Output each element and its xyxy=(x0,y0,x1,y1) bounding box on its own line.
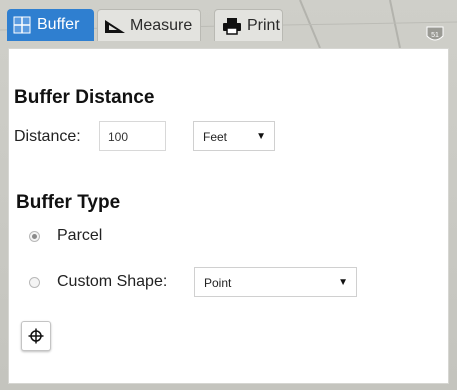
distance-input[interactable]: 100 xyxy=(99,121,166,151)
tab-print-label: Print xyxy=(247,16,280,34)
buffer-type-title: Buffer Type xyxy=(16,192,121,213)
radio-custom-shape[interactable] xyxy=(29,277,40,288)
units-select[interactable]: Feet ▼ xyxy=(193,121,275,151)
tab-print[interactable]: Print xyxy=(214,9,283,41)
caret-down-icon: ▼ xyxy=(256,131,266,142)
select-location-button[interactable] xyxy=(21,321,51,351)
tab-buffer[interactable]: Buffer xyxy=(7,9,94,41)
printer-icon xyxy=(221,16,243,36)
units-select-value: Feet xyxy=(203,130,228,144)
buffer-panel: Buffer Distance Distance: 100 Feet ▼ Buf… xyxy=(8,48,449,384)
radio-custom-shape-label[interactable]: Custom Shape: xyxy=(57,273,167,291)
radio-parcel[interactable] xyxy=(29,231,40,242)
shape-select-value: Point xyxy=(204,276,232,290)
caret-down-icon: ▼ xyxy=(338,277,348,288)
route-shield-icon: 51 xyxy=(425,26,445,49)
grid-icon xyxy=(11,15,33,35)
ruler-icon xyxy=(104,16,126,36)
svg-text:51: 51 xyxy=(431,32,439,39)
tab-buffer-label: Buffer xyxy=(37,16,80,33)
distance-label: Distance: xyxy=(14,128,81,145)
tool-tabs: Buffer Measure Print 51 xyxy=(0,0,457,48)
shape-select[interactable]: Point ▼ xyxy=(194,267,357,297)
buffer-distance-title: Buffer Distance xyxy=(14,87,155,108)
crosshair-icon xyxy=(28,328,44,344)
tab-measure[interactable]: Measure xyxy=(97,9,201,41)
radio-parcel-label[interactable]: Parcel xyxy=(57,227,102,245)
tab-measure-label: Measure xyxy=(130,16,193,34)
